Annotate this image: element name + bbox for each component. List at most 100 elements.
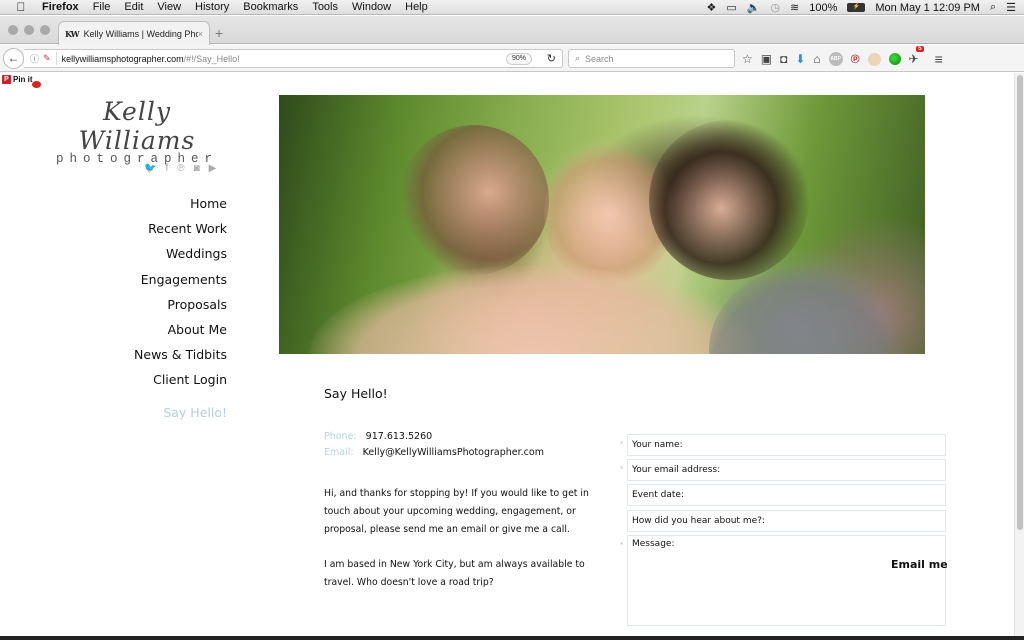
minimize-window-button[interactable] [24,25,34,35]
name-row: * [620,434,950,459]
menu-history[interactable]: History [195,1,229,13]
extension-face-icon[interactable] [867,52,881,66]
site-favicon-icon: KW [65,28,80,39]
battery-icon[interactable]: ⚡ [847,3,866,12]
event-date-field[interactable] [627,484,946,507]
zoom-level-button[interactable]: 90% [505,53,532,65]
tab-title: Kelly Williams | Wedding Phot [83,28,198,39]
menu-window[interactable]: Window [352,1,391,13]
tab-strip: KW Kelly Williams | Wedding Phot × + [0,16,1024,45]
home-icon[interactable]: ⌂ [813,52,820,66]
nav-weddings[interactable]: Weddings [100,244,227,269]
contact-info: Phone: 917.613.5260 Email: Kelly@KellyWi… [324,429,544,460]
extension-badge-icon[interactable]: ✈ 5 [909,46,924,66]
menu-edit[interactable]: Edit [124,1,143,13]
site-nav: Home Recent Work Weddings Engagements Pr… [100,194,227,428]
pin-it-label: Pin it [13,75,33,84]
menu-help[interactable]: Help [405,1,428,13]
email-row: Email: Kelly@KellyWilliamsPhotographer.c… [324,445,544,461]
bookmarks-menu-icon[interactable]: ▣ [761,52,772,66]
logo-script: Kelly Williams [78,97,196,155]
close-window-button[interactable] [8,25,18,35]
nav-say-hello[interactable]: Say Hello! [100,403,227,428]
url-bar[interactable]: ⓘ ✎ kellywilliamsphotographer.com /#!/Sa… [24,49,563,68]
menu-tools[interactable]: Tools [312,1,338,13]
facebook-icon[interactable]: f [165,163,168,174]
dropbox-icon[interactable]: ❖ [706,1,716,14]
search-icon: ⌕ [575,53,581,63]
required-mark: * [620,465,624,475]
photo-shoulders [309,265,759,354]
macos-menubar:  Firefox File Edit View History Bookmar… [0,0,1024,15]
site-logo[interactable]: Kelly Williams photographer [44,97,230,166]
adblock-plus-icon[interactable]: ABP [828,52,843,66]
battery-percent: 100% [809,1,838,14]
nav-recent-work[interactable]: Recent Work [100,219,227,244]
nav-client-login[interactable]: Client Login [100,370,227,395]
spotlight-search-icon[interactable]: ⌕ [990,1,996,14]
email-value[interactable]: Kelly@KellyWilliamsPhotographer.com [363,447,544,458]
time-machine-icon[interactable]: ◷ [770,1,780,14]
wifi-icon[interactable]: ≋ [790,1,799,14]
page-scrollbar[interactable] [1014,73,1024,640]
referral-source-field[interactable] [627,509,946,532]
clock[interactable]: Mon May 1 12:09 PM [875,2,980,14]
pocket-icon[interactable]: ◘ [780,52,787,66]
email-label: Email: [324,446,354,458]
required-mark: * [620,440,624,449]
site-info-icon[interactable]: ⓘ [30,52,39,65]
youtube-icon[interactable]: ▶ [209,163,217,174]
nav-engagements[interactable]: Engagements [100,270,227,295]
intro-paragraph-1: Hi, and thanks for stopping by! If you w… [324,488,589,535]
window-controls [8,25,50,35]
zoom-window-button[interactable] [40,25,50,35]
menu-file[interactable]: File [93,1,111,13]
pinterest-icon[interactable]: ℗ [851,52,860,66]
menu-view[interactable]: View [157,1,181,13]
status-green-dot-icon[interactable] [888,53,901,65]
menu-bookmarks[interactable]: Bookmarks [243,1,298,13]
airplay-icon[interactable]: ▭ [726,1,736,14]
message-row: * [620,534,950,627]
noscript-icon[interactable]: ✎ [43,53,51,64]
search-input[interactable]: ⌕ Search [568,49,735,68]
nav-proposals[interactable]: Proposals [100,295,227,320]
date-row [620,484,950,509]
pinterest-logo-icon: P [2,75,11,84]
twitter-icon[interactable]: 🐦 [144,163,156,174]
instagram-icon[interactable]: ◙ [194,163,200,174]
notification-center-icon[interactable]: ☰ [1006,1,1016,14]
dock-edge [0,636,1024,640]
name-field[interactable] [627,434,946,456]
close-tab-icon[interactable]: × [198,29,203,39]
menu-app-firefox[interactable]: Firefox [42,1,79,13]
new-tab-button[interactable]: + [215,25,223,41]
status-area: ❖ ▭ 🔈 ◷ ≋ 100% ⚡ Mon May 1 12:09 PM ⌕ ☰ [706,0,1016,15]
email-field-row: * [620,459,950,484]
photo-woman-left [399,125,549,275]
pinterest-icon[interactable]: ℗ [177,163,184,174]
scrollbar-thumb[interactable] [1017,75,1023,530]
nav-news-tidbits[interactable]: News & Tidbits [100,345,227,370]
web-page: P Pin it Kelly Williams photographer 🐦 f… [0,73,1014,640]
download-icon[interactable]: ⬇ [795,52,805,66]
email-field[interactable] [627,459,946,482]
pin-it-button[interactable]: P Pin it [2,75,41,88]
volume-icon[interactable]: 🔈 [747,1,761,14]
reload-icon[interactable]: ↻ [547,52,556,65]
phone-value[interactable]: 917.613.5260 [366,431,432,442]
pin-it-close-icon[interactable] [32,81,41,88]
nav-about-me[interactable]: About Me [100,320,227,345]
nav-home[interactable]: Home [100,194,227,219]
tab-kelly-williams[interactable]: KW Kelly Williams | Wedding Phot × [58,21,210,45]
hamburger-menu-icon[interactable]: ≡ [935,51,943,67]
back-button[interactable]: ← [3,48,24,69]
email-me-submit-button[interactable]: Email me [891,558,948,571]
navigation-toolbar: ← ⓘ ✎ kellywilliamsphotographer.com /#!/… [0,45,1024,72]
bookmark-star-icon[interactable]: ☆ [742,52,753,66]
message-field[interactable] [627,534,946,626]
url-separator [55,52,57,65]
apple-menu-icon[interactable]:  [14,0,28,14]
social-links: 🐦 f ℗ ◙ ▶ [144,163,216,174]
intro-text: Hi, and thanks for stopping by! If you w… [324,485,604,592]
